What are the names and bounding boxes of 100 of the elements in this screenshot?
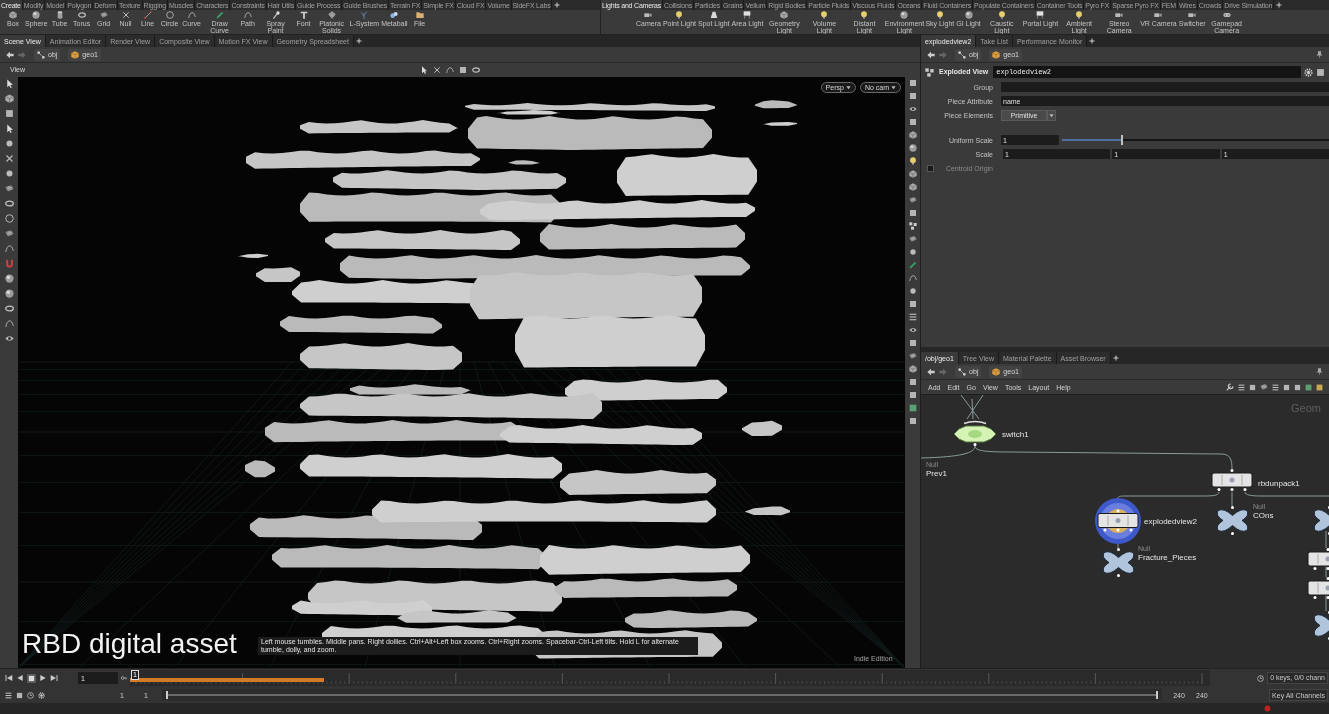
- grid-icon[interactable]: [1260, 383, 1268, 391]
- clock-icon[interactable]: [27, 691, 34, 699]
- curve-icon[interactable]: [908, 274, 917, 282]
- gear-icon[interactable]: [38, 691, 45, 699]
- square-icon[interactable]: [908, 92, 917, 100]
- ring-icon[interactable]: [4, 199, 14, 208]
- grid-icon[interactable]: [908, 352, 917, 360]
- list-icon[interactable]: [908, 313, 917, 321]
- ring-icon[interactable]: [4, 304, 14, 313]
- grid-icon[interactable]: [908, 196, 917, 204]
- clock-icon[interactable]: [1257, 674, 1265, 682]
- curve-icon: [187, 11, 196, 19]
- cross-icon[interactable]: [433, 66, 441, 74]
- null-node[interactable]: [1101, 548, 1136, 577]
- slider-handle[interactable]: [1120, 135, 1123, 145]
- node-tile[interactable]: [1095, 497, 1141, 544]
- sphere-icon[interactable]: [4, 289, 14, 298]
- cube-icon[interactable]: [908, 365, 917, 373]
- curve-icon[interactable]: [446, 66, 454, 74]
- pen-icon[interactable]: [908, 261, 917, 269]
- square-icon[interactable]: [459, 66, 467, 74]
- square-icon[interactable]: [908, 339, 917, 347]
- wrench-icon[interactable]: [1226, 383, 1234, 391]
- square-icon[interactable]: [908, 404, 917, 412]
- pointer-icon[interactable]: [4, 124, 14, 133]
- list-icon[interactable]: [1238, 383, 1245, 391]
- blobs-icon: [390, 11, 399, 19]
- pin-icon[interactable]: [1316, 51, 1323, 58]
- eye-icon[interactable]: [908, 326, 917, 334]
- step-back-icon[interactable]: [16, 674, 24, 682]
- plus-icon[interactable]: [1089, 38, 1096, 44]
- sphere-icon[interactable]: [908, 144, 917, 152]
- circle-icon[interactable]: [4, 214, 14, 223]
- null-node[interactable]: [1312, 611, 1329, 640]
- pin-icon[interactable]: [1316, 368, 1323, 375]
- plus-icon[interactable]: [1112, 355, 1119, 361]
- square-icon[interactable]: [908, 378, 917, 386]
- cube-icon[interactable]: [908, 183, 917, 191]
- pointer-icon[interactable]: [4, 79, 14, 88]
- slider-track[interactable]: [1062, 135, 1329, 145]
- square-icon[interactable]: [1305, 383, 1312, 391]
- plus-icon[interactable]: [1276, 2, 1283, 8]
- eye-icon[interactable]: [4, 334, 14, 343]
- connection-wire: [1117, 542, 1119, 549]
- scattered-squares-icon[interactable]: [908, 222, 917, 230]
- list-icon[interactable]: [5, 691, 12, 699]
- square-icon[interactable]: [908, 79, 917, 87]
- bulb-icon[interactable]: [908, 157, 917, 165]
- skip-forward-icon[interactable]: [50, 674, 58, 682]
- node-tile[interactable]: [1209, 469, 1255, 492]
- dot-icon[interactable]: [908, 248, 917, 256]
- gear-icon[interactable]: [1304, 67, 1313, 77]
- menu-arrow-button[interactable]: [1047, 110, 1056, 121]
- range-slider[interactable]: [162, 689, 1162, 701]
- square-icon[interactable]: [4, 109, 14, 118]
- range-bar[interactable]: [166, 691, 1158, 699]
- geometry-icon: [992, 367, 1001, 376]
- back-arrow-icon[interactable]: [927, 50, 935, 59]
- cube-icon[interactable]: [4, 94, 14, 103]
- plus-icon[interactable]: [554, 2, 561, 8]
- cross-icon[interactable]: [4, 154, 14, 163]
- eye-icon[interactable]: [908, 105, 917, 113]
- node-tile[interactable]: [1305, 577, 1329, 600]
- play-icon[interactable]: [39, 674, 47, 682]
- key-icon[interactable]: [121, 675, 127, 681]
- 3d-viewport[interactable]: [18, 77, 905, 668]
- text-field[interactable]: [1001, 82, 1329, 92]
- dot-icon[interactable]: [4, 169, 14, 178]
- null-node[interactable]: [1312, 506, 1329, 535]
- dot-icon[interactable]: [908, 287, 917, 295]
- list-icon[interactable]: [1272, 383, 1279, 391]
- curve-icon[interactable]: [4, 319, 14, 328]
- curve-icon[interactable]: [4, 244, 14, 253]
- sphere-icon[interactable]: [4, 274, 14, 283]
- skip-back-icon[interactable]: [5, 674, 13, 682]
- camera-icon: [644, 11, 653, 19]
- grid-icon[interactable]: [4, 184, 14, 193]
- ring-icon[interactable]: [472, 66, 480, 74]
- cube-icon[interactable]: [908, 131, 917, 139]
- square-icon[interactable]: [908, 209, 917, 217]
- node-tile[interactable]: [1305, 548, 1329, 571]
- cube-icon[interactable]: [908, 170, 917, 178]
- dot-icon[interactable]: [4, 139, 14, 148]
- square-icon[interactable]: [1316, 383, 1323, 391]
- square-icon[interactable]: [1316, 67, 1325, 77]
- square-icon[interactable]: [908, 300, 917, 308]
- grid-icon[interactable]: [4, 229, 14, 238]
- back-arrow-icon[interactable]: [6, 50, 14, 59]
- grid-icon[interactable]: [908, 235, 917, 243]
- switch-node[interactable]: [952, 420, 998, 446]
- plus-icon[interactable]: [355, 38, 362, 44]
- cube-icon: [780, 11, 789, 19]
- null-node[interactable]: [1215, 506, 1250, 535]
- stop-icon[interactable]: [27, 673, 36, 683]
- back-arrow-icon[interactable]: [927, 367, 935, 376]
- square-icon[interactable]: [908, 417, 917, 425]
- sphere-icon: [32, 11, 41, 19]
- square-icon[interactable]: [908, 118, 917, 126]
- pointer-icon[interactable]: [420, 66, 428, 74]
- square-icon[interactable]: [908, 391, 917, 399]
